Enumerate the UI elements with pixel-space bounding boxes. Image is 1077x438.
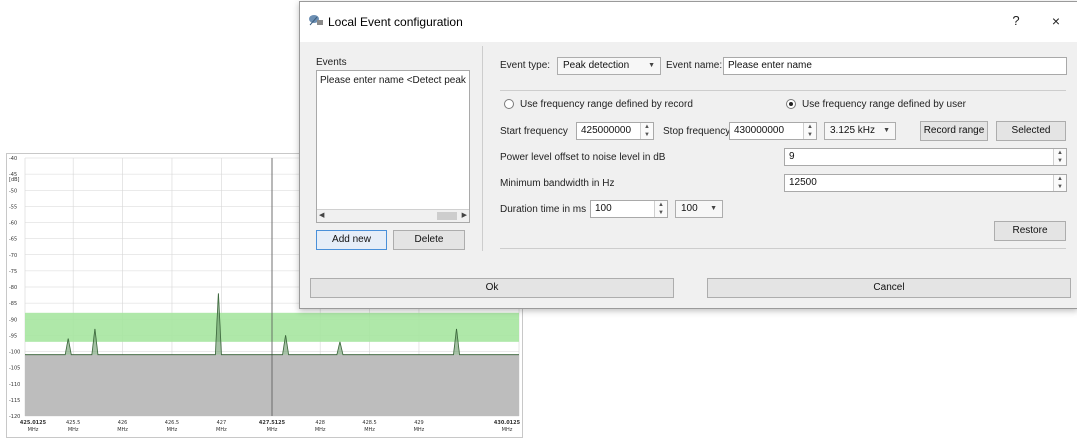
spin-arrows-icon[interactable]: ▲ ▼ xyxy=(1053,149,1066,165)
x-tick-unit: MHz xyxy=(167,427,178,433)
y-tick-label: -95 xyxy=(9,333,17,339)
delete-button[interactable]: Delete xyxy=(393,230,465,250)
duration-value: 100 xyxy=(595,203,612,214)
y-tick-label: -105 xyxy=(9,366,20,372)
y-tick-label: -70 xyxy=(9,253,17,259)
radio-user-range[interactable] xyxy=(786,99,796,109)
title-bar: Local Event configuration ? × xyxy=(300,2,1077,42)
x-tick-label: 430.0125 xyxy=(494,420,521,426)
duration-spinbox[interactable]: 100 ▲ ▼ xyxy=(590,200,668,218)
spin-arrows-icon[interactable]: ▲ ▼ xyxy=(1053,175,1066,191)
ok-button[interactable]: Ok xyxy=(310,278,674,298)
x-tick-label: 428 xyxy=(315,420,325,426)
y-unit-label: [dB] xyxy=(9,177,20,183)
x-tick-unit: MHz xyxy=(267,427,278,433)
power-offset-spinbox[interactable]: 9 ▲ ▼ xyxy=(784,148,1067,166)
y-tick-label: -80 xyxy=(9,285,17,291)
x-tick-label: 425.5 xyxy=(66,420,80,426)
chevron-down-icon: ▼ xyxy=(883,127,890,134)
form-bottom-divider xyxy=(500,248,1066,249)
start-frequency-value: 425000000 xyxy=(581,125,632,136)
y-tick-label: -60 xyxy=(9,221,17,227)
list-item[interactable]: Please enter name <Detect peak xyxy=(320,75,468,86)
local-event-dialog: Local Event configuration ? × Events Ple… xyxy=(299,1,1077,309)
x-tick-unit: MHz xyxy=(364,427,375,433)
step-value: 3.125 kHz xyxy=(830,125,876,136)
start-frequency-spinbox[interactable]: 425000000 ▲ ▼ xyxy=(576,122,654,140)
power-offset-label: Power level offset to noise level in dB xyxy=(500,152,666,163)
help-button[interactable]: ? xyxy=(1006,11,1026,31)
app-satellite-icon xyxy=(309,15,323,26)
event-type-value: Peak detection xyxy=(563,60,630,71)
scroll-left-icon[interactable]: ◀ xyxy=(319,210,324,222)
start-frequency-label: Start frequency xyxy=(500,126,568,137)
x-tick-unit: MHz xyxy=(216,427,227,433)
y-tick-label: -65 xyxy=(9,237,17,243)
x-tick-unit: MHz xyxy=(414,427,425,433)
y-tick-label: -50 xyxy=(9,188,17,194)
min-bandwidth-label: Minimum bandwidth in Hz xyxy=(500,178,615,189)
dialog-title: Local Event configuration xyxy=(328,15,463,29)
x-tick-label: 425.0125 xyxy=(20,420,47,426)
chevron-down-icon: ▼ xyxy=(648,62,655,69)
power-offset-value: 9 xyxy=(789,151,795,162)
x-tick-label: 426.5 xyxy=(165,420,179,426)
record-range-button[interactable]: Record range xyxy=(920,121,988,141)
x-tick-label: 428.5 xyxy=(362,420,376,426)
chevron-down-icon: ▼ xyxy=(710,205,717,212)
peak-mark xyxy=(336,341,343,355)
x-tick-unit: MHz xyxy=(117,427,128,433)
x-tick-unit: MHz xyxy=(502,427,513,433)
event-name-label: Event name: xyxy=(666,60,723,71)
y-tick-label: -115 xyxy=(9,398,20,404)
horizontal-scrollbar[interactable]: ◀ ▶ xyxy=(317,209,469,222)
y-tick-label: -55 xyxy=(9,204,17,210)
min-bandwidth-spinbox[interactable]: 12500 ▲ ▼ xyxy=(784,174,1067,192)
stop-frequency-spinbox[interactable]: 430000000 ▲ ▼ xyxy=(729,122,817,140)
min-bandwidth-value: 12500 xyxy=(789,177,817,188)
radio-user-label: Use frequency range defined by user xyxy=(802,99,966,110)
close-button[interactable]: × xyxy=(1046,11,1066,31)
y-tick-label: -85 xyxy=(9,301,17,307)
stop-frequency-value: 430000000 xyxy=(734,125,785,136)
spin-arrows-icon[interactable]: ▲ ▼ xyxy=(803,123,816,139)
selected-button[interactable]: Selected xyxy=(996,121,1066,141)
step-select[interactable]: 3.125 kHz ▼ xyxy=(824,122,896,140)
x-tick-label: 429 xyxy=(414,420,424,426)
duration-combo-value: 100 xyxy=(681,203,698,214)
x-tick-unit: MHz xyxy=(315,427,326,433)
x-tick-label: 427 xyxy=(217,420,227,426)
y-tick-label: -90 xyxy=(9,317,17,323)
duration-label: Duration time in ms xyxy=(500,204,587,215)
event-name-input[interactable]: Please enter name xyxy=(723,57,1067,75)
section-divider xyxy=(500,90,1066,91)
x-tick-unit: MHz xyxy=(68,427,79,433)
y-tick-label: -100 xyxy=(9,350,20,356)
y-tick-label: -40 xyxy=(9,156,17,162)
scroll-right-icon[interactable]: ▶ xyxy=(462,210,467,222)
x-tick-unit: MHz xyxy=(28,427,39,433)
event-type-select[interactable]: Peak detection ▼ xyxy=(557,57,661,75)
y-tick-label: -110 xyxy=(9,382,20,388)
duration-select[interactable]: 100 ▼ xyxy=(675,200,723,218)
events-label: Events xyxy=(316,57,347,68)
y-tick-label: -75 xyxy=(9,269,17,275)
spin-arrows-icon[interactable]: ▲ ▼ xyxy=(654,201,667,217)
events-list[interactable]: Please enter name <Detect peak ◀ ▶ xyxy=(316,70,470,223)
x-tick-label: 427.5125 xyxy=(259,420,286,426)
scroll-thumb[interactable] xyxy=(437,212,457,220)
cancel-button[interactable]: Cancel xyxy=(707,278,1071,298)
radio-record-label: Use frequency range defined by record xyxy=(520,99,693,110)
restore-button[interactable]: Restore xyxy=(994,221,1066,241)
x-tick-label: 426 xyxy=(118,420,128,426)
event-type-label: Event type: xyxy=(500,60,551,71)
add-new-button[interactable]: Add new xyxy=(316,230,387,250)
radio-record-range[interactable] xyxy=(504,99,514,109)
spin-arrows-icon[interactable]: ▲ ▼ xyxy=(640,123,653,139)
y-tick-label: -120 xyxy=(9,414,20,420)
stop-frequency-label: Stop frequency xyxy=(663,126,731,137)
panel-divider xyxy=(482,46,483,251)
